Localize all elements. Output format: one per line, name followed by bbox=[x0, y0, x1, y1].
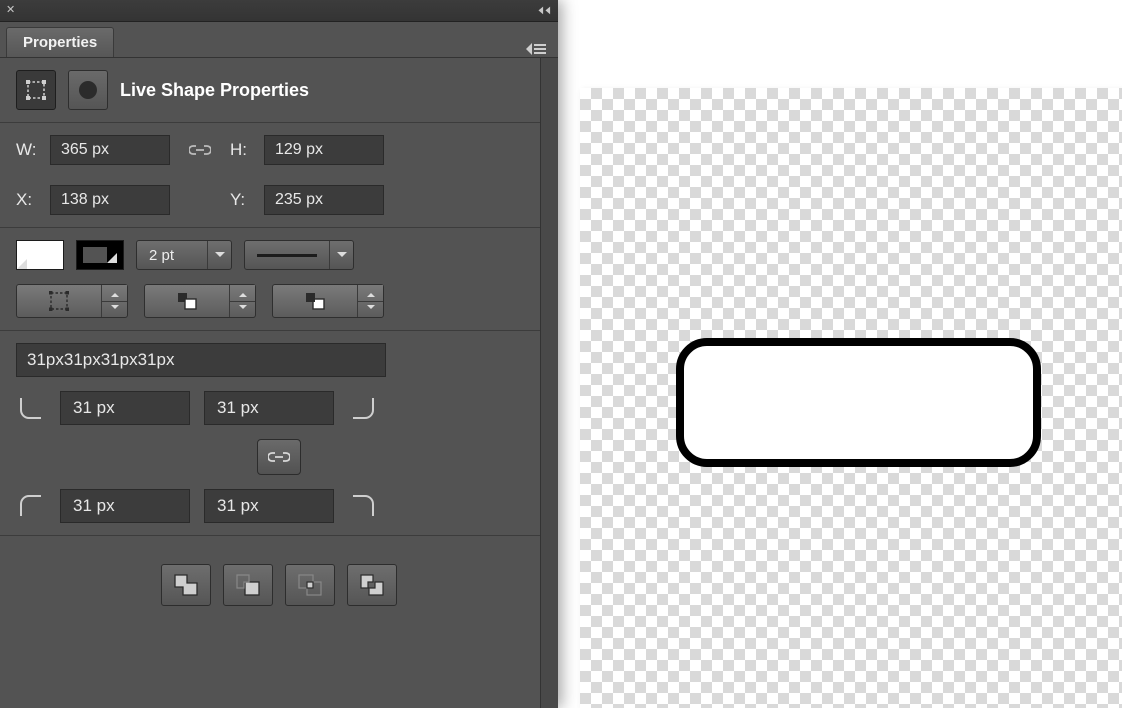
corner-br-icon bbox=[348, 491, 378, 521]
shape-mode-icon[interactable] bbox=[16, 70, 56, 110]
stroke-align-stepper[interactable] bbox=[16, 284, 128, 318]
pathfinder-intersect-button[interactable] bbox=[285, 564, 335, 606]
corner-bl-input[interactable]: 31 px bbox=[60, 489, 190, 523]
canvas[interactable] bbox=[580, 88, 1122, 708]
width-label: W: bbox=[16, 140, 50, 160]
corner-radius-combined-input[interactable]: 31px31px31px31px bbox=[16, 343, 386, 377]
corner-tr-input[interactable]: 31 px bbox=[204, 391, 334, 425]
fill-swatch[interactable] bbox=[16, 240, 64, 270]
x-input[interactable]: 138 px bbox=[50, 185, 170, 215]
pathfinder-exclude-button[interactable] bbox=[347, 564, 397, 606]
pathfinder-unite-button[interactable] bbox=[161, 564, 211, 606]
stroke-weight-select[interactable]: 2 pt bbox=[136, 240, 232, 270]
corner-tl-input[interactable]: 31 px bbox=[60, 391, 190, 425]
link-wh-icon[interactable] bbox=[186, 138, 214, 162]
panel-titlebar: ✕ ◀◀ bbox=[0, 0, 558, 22]
corner-tl-icon bbox=[16, 393, 46, 423]
x-label: X: bbox=[16, 190, 50, 210]
vertical-align-stepper[interactable] bbox=[272, 284, 384, 318]
corner-bl-icon bbox=[16, 491, 46, 521]
tab-properties[interactable]: Properties bbox=[6, 27, 114, 57]
link-corners-button[interactable] bbox=[257, 439, 301, 475]
y-input[interactable]: 235 px bbox=[264, 185, 384, 215]
horizontal-align-stepper[interactable] bbox=[144, 284, 256, 318]
corner-br-input[interactable]: 31 px bbox=[204, 489, 334, 523]
panel-tab-row: Properties bbox=[0, 22, 558, 58]
panel-scrollbar[interactable] bbox=[540, 58, 558, 708]
stroke-weight-value: 2 pt bbox=[137, 247, 207, 264]
stroke-style-select[interactable] bbox=[244, 240, 354, 270]
y-label: Y: bbox=[230, 190, 264, 210]
height-input[interactable]: 129 px bbox=[264, 135, 384, 165]
width-input[interactable]: 365 px bbox=[50, 135, 170, 165]
stroke-swatch[interactable] bbox=[76, 240, 124, 270]
panel-title: Live Shape Properties bbox=[120, 80, 309, 101]
height-label: H: bbox=[230, 140, 264, 160]
mask-mode-icon[interactable] bbox=[68, 70, 108, 110]
panel-menu-icon[interactable] bbox=[522, 41, 550, 57]
properties-panel: ✕ ◀◀ Properties bbox=[0, 0, 558, 708]
tab-label: Properties bbox=[23, 34, 97, 51]
rounded-rectangle-shape[interactable] bbox=[676, 338, 1041, 467]
collapse-icon[interactable]: ◀◀ bbox=[537, 5, 552, 16]
pathfinder-subtract-button[interactable] bbox=[223, 564, 273, 606]
corner-tr-icon bbox=[348, 393, 378, 423]
close-icon[interactable]: ✕ bbox=[6, 5, 15, 16]
